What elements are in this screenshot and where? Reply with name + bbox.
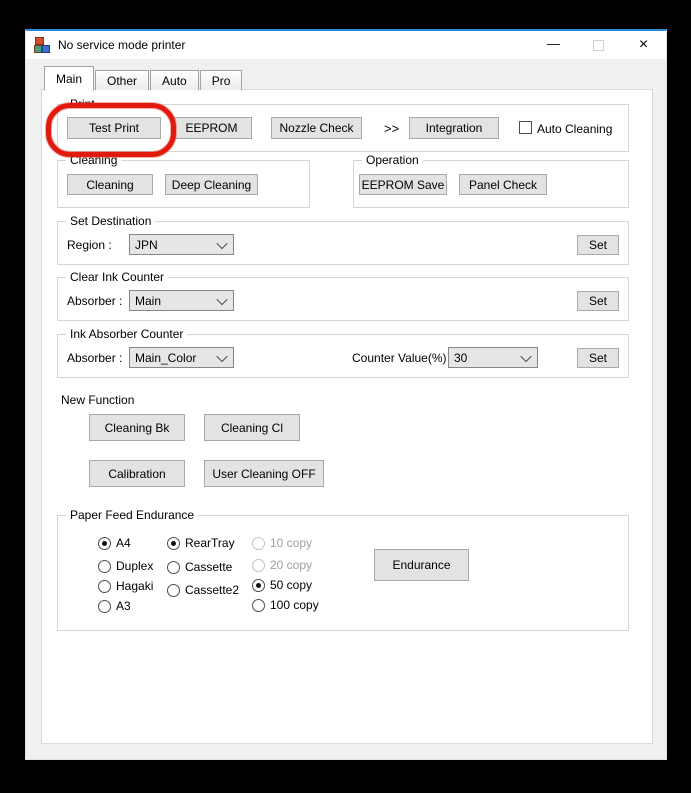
radio-cassette2[interactable]: Cassette2 xyxy=(167,583,239,597)
tab-main[interactable]: Main xyxy=(44,66,94,91)
radio-20-copy: 20 copy xyxy=(252,558,312,572)
radio-a4[interactable]: A4 xyxy=(98,536,131,550)
radio-a4-label: A4 xyxy=(116,536,131,550)
clear-ink-counter-group-title: Clear Ink Counter xyxy=(66,270,168,284)
radio-icon xyxy=(98,580,111,593)
radio-duplex[interactable]: Duplex xyxy=(98,559,153,573)
eeprom-button[interactable]: EEPROM xyxy=(171,117,252,139)
tab-page-main: Print Test Print EEPROM Nozzle Check >> … xyxy=(41,89,653,744)
ink-absorber-label: Absorber : xyxy=(67,351,122,365)
ink-absorber-counter-group-title: Ink Absorber Counter xyxy=(66,327,187,341)
user-cleaning-off-button[interactable]: User Cleaning OFF xyxy=(204,460,324,487)
endurance-button[interactable]: Endurance xyxy=(374,549,469,581)
radio-100-copy-label: 100 copy xyxy=(270,598,319,612)
radio-duplex-label: Duplex xyxy=(116,559,153,573)
radio-hagaki[interactable]: Hagaki xyxy=(98,579,153,593)
app-icon-block-green xyxy=(34,45,42,53)
set-destination-set-button[interactable]: Set xyxy=(577,235,619,255)
radio-cassette[interactable]: Cassette xyxy=(167,560,232,574)
clear-absorber-select[interactable]: Main xyxy=(129,290,234,311)
radio-icon xyxy=(252,579,265,592)
paper-feed-endurance-group-title: Paper Feed Endurance xyxy=(66,508,198,522)
caption-buttons: — × xyxy=(531,31,666,59)
radio-cassette-label: Cassette xyxy=(185,560,232,574)
desktop-background: { "window": { "title": "No service mode … xyxy=(0,0,691,793)
app-icon xyxy=(34,37,50,53)
radio-reartray[interactable]: RearTray xyxy=(167,536,235,550)
region-value: JPN xyxy=(135,238,158,252)
minimize-button[interactable]: — xyxy=(531,31,576,59)
radio-hagaki-label: Hagaki xyxy=(116,579,153,593)
cleaning-button[interactable]: Cleaning xyxy=(67,174,153,195)
radio-a3-label: A3 xyxy=(116,599,131,613)
operation-group-title: Operation xyxy=(362,153,423,167)
radio-10-copy-label: 10 copy xyxy=(270,536,312,550)
radio-icon xyxy=(252,537,265,550)
window-title: No service mode printer xyxy=(58,38,185,52)
new-function-title: New Function xyxy=(61,393,134,407)
radio-cassette2-label: Cassette2 xyxy=(185,583,239,597)
maximize-icon xyxy=(593,40,604,51)
app-icon-block-red xyxy=(35,37,44,45)
clear-absorber-label: Absorber : xyxy=(67,294,122,308)
region-select[interactable]: JPN xyxy=(129,234,234,255)
cleaning-cl-button[interactable]: Cleaning Cl xyxy=(204,414,300,441)
tab-strip: Main Other Auto Pro xyxy=(44,67,243,90)
radio-20-copy-label: 20 copy xyxy=(270,558,312,572)
chevron-down-icon xyxy=(216,293,227,304)
clear-ink-set-button[interactable]: Set xyxy=(577,291,619,311)
test-print-button[interactable]: Test Print xyxy=(67,117,161,139)
radio-reartray-label: RearTray xyxy=(185,536,235,550)
close-icon: × xyxy=(639,37,648,53)
ink-absorber-select[interactable]: Main_Color xyxy=(129,347,234,368)
app-icon-block-blue xyxy=(42,45,50,53)
set-destination-group-title: Set Destination xyxy=(66,214,155,228)
titlebar: No service mode printer — × xyxy=(26,31,666,59)
counter-value: 30 xyxy=(454,351,467,365)
eeprom-save-button[interactable]: EEPROM Save xyxy=(359,174,447,195)
radio-icon xyxy=(167,561,180,574)
nozzle-check-button[interactable]: Nozzle Check xyxy=(271,117,362,139)
minimize-icon: — xyxy=(547,37,560,50)
clear-absorber-value: Main xyxy=(135,294,161,308)
auto-cleaning-label: Auto Cleaning xyxy=(537,122,612,136)
cleaning-group-title: Cleaning xyxy=(66,153,121,167)
close-button[interactable]: × xyxy=(621,31,666,59)
integration-button[interactable]: Integration xyxy=(409,117,499,139)
counter-value-label: Counter Value(%) : xyxy=(352,351,453,365)
maximize-button xyxy=(576,31,621,59)
ink-absorber-set-button[interactable]: Set xyxy=(577,348,619,368)
counter-value-select[interactable]: 30 xyxy=(448,347,538,368)
chevron-down-icon xyxy=(520,350,531,361)
radio-icon xyxy=(167,584,180,597)
auto-cleaning-checkbox[interactable] xyxy=(519,121,532,134)
print-group-title: Print xyxy=(66,97,99,111)
region-label: Region : xyxy=(67,238,112,252)
cleaning-bk-button[interactable]: Cleaning Bk xyxy=(89,414,185,441)
calibration-button[interactable]: Calibration xyxy=(89,460,185,487)
paper-feed-endurance-group: Paper Feed Endurance xyxy=(57,515,629,631)
ink-absorber-value: Main_Color xyxy=(135,351,196,365)
chevron-down-icon xyxy=(216,237,227,248)
radio-icon xyxy=(252,599,265,612)
radio-50-copy[interactable]: 50 copy xyxy=(252,578,312,592)
radio-a3[interactable]: A3 xyxy=(98,599,131,613)
panel-check-button[interactable]: Panel Check xyxy=(459,174,547,195)
chevron-down-icon xyxy=(216,350,227,361)
radio-icon xyxy=(167,537,180,550)
radio-50-copy-label: 50 copy xyxy=(270,578,312,592)
radio-icon xyxy=(98,600,111,613)
radio-10-copy: 10 copy xyxy=(252,536,312,550)
deep-cleaning-button[interactable]: Deep Cleaning xyxy=(165,174,258,195)
tab-other[interactable]: Other xyxy=(95,70,149,90)
service-tool-window: No service mode printer — × Main Other A… xyxy=(25,29,667,760)
radio-icon xyxy=(98,560,111,573)
radio-icon xyxy=(252,559,265,572)
tab-auto[interactable]: Auto xyxy=(150,70,199,90)
tab-pro[interactable]: Pro xyxy=(200,70,243,90)
chevron-separator: >> xyxy=(384,121,399,136)
radio-icon xyxy=(98,537,111,550)
radio-100-copy[interactable]: 100 copy xyxy=(252,598,319,612)
